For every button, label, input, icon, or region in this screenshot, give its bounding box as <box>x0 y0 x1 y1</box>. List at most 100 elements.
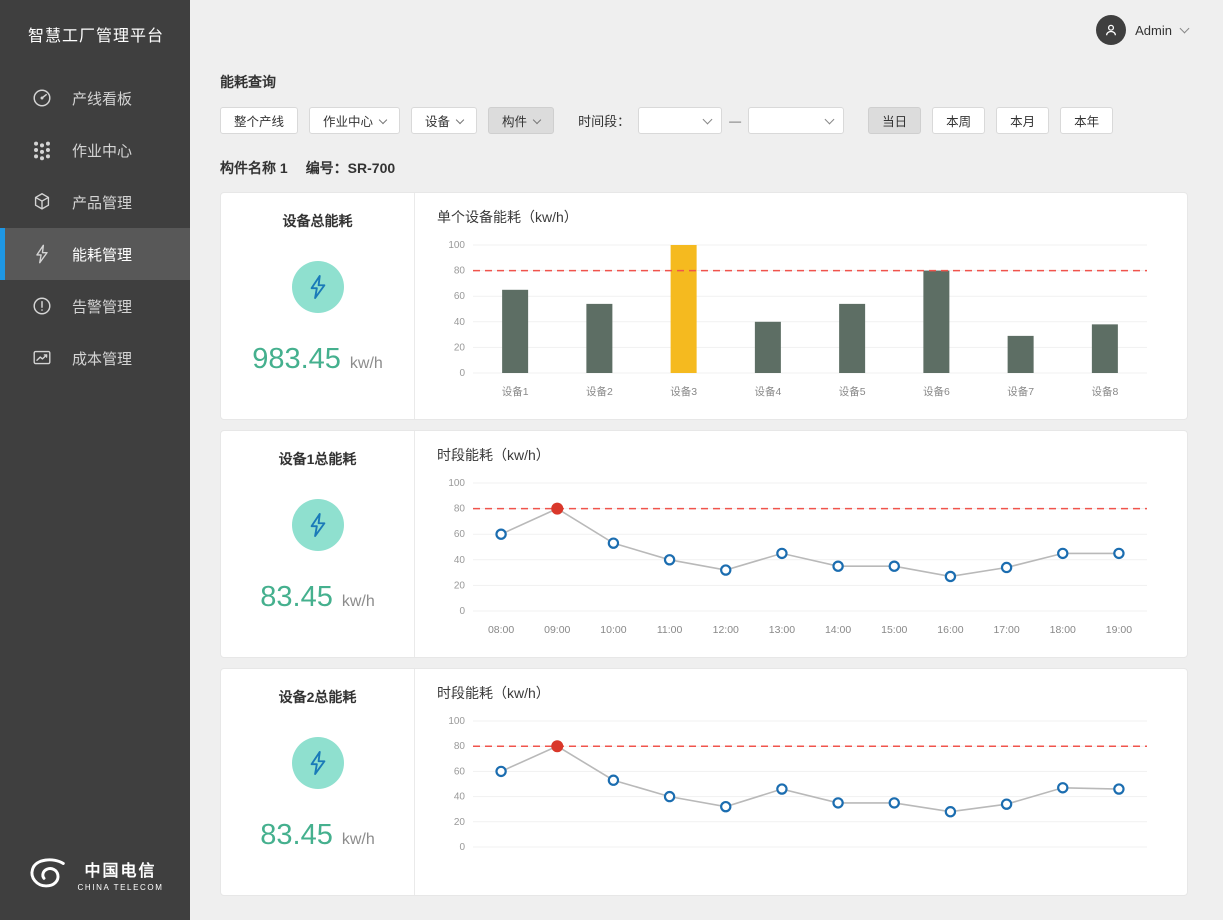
svg-text:09:00: 09:00 <box>544 624 570 636</box>
period-button-group: 当日 本周 本月 本年 <box>868 107 1113 134</box>
svg-text:40: 40 <box>454 317 466 328</box>
period-label: 当日 <box>882 111 907 130</box>
lightning-icon <box>304 511 332 539</box>
svg-text:40: 40 <box>454 792 466 803</box>
chevron-down-icon <box>456 115 464 123</box>
time-range-end-select[interactable] <box>748 107 844 134</box>
lightning-icon <box>30 242 54 266</box>
svg-text:60: 60 <box>454 529 466 540</box>
chevron-down-icon[interactable] <box>1180 24 1190 34</box>
avatar[interactable] <box>1096 15 1126 45</box>
device1-hourly-line-chart: 02040608010008:0009:0010:0011:0012:0013:… <box>437 473 1161 650</box>
chevron-down-icon <box>533 115 541 123</box>
svg-text:16:00: 16:00 <box>937 624 963 636</box>
chart-panel: 时段能耗（kw/h） 02040608010008:0009:0010:0011… <box>415 431 1187 657</box>
sidebar-item-alarm-management[interactable]: 告警管理 <box>0 280 190 332</box>
energy-icon-circle <box>292 261 344 313</box>
sidebar-item-cost-management[interactable]: 成本管理 <box>0 332 190 384</box>
app-title: 智慧工厂管理平台 <box>0 0 190 46</box>
period-year-button[interactable]: 本年 <box>1060 107 1113 134</box>
svg-text:13:00: 13:00 <box>769 624 795 636</box>
filter-operation-center-dropdown[interactable]: 作业中心 <box>309 107 400 134</box>
svg-text:设备4: 设备4 <box>754 385 781 398</box>
total-energy-card: 设备总能耗 983.45 kw/h 单个设备能耗（kw/h） 020406080… <box>220 192 1188 420</box>
device2-energy-card: 设备2总能耗 83.45 kw/h 时段能耗（kw/h） 02040608010… <box>220 668 1188 896</box>
sidebar-item-label: 作业中心 <box>72 140 132 161</box>
energy-icon-circle <box>292 737 344 789</box>
svg-text:10:00: 10:00 <box>600 624 626 636</box>
svg-text:19:00: 19:00 <box>1106 624 1132 636</box>
svg-text:14:00: 14:00 <box>825 624 851 636</box>
chart-title: 时段能耗（kw/h） <box>437 683 1161 703</box>
device2-hourly-line-chart: 020406080100 <box>437 711 1161 866</box>
filter-label: 设备 <box>425 111 450 130</box>
svg-text:20: 20 <box>454 817 466 828</box>
main-content: Admin 能耗查询 整个产线 作业中心 设备 构件 时间段： — 当日 <box>190 0 1223 920</box>
period-label: 本周 <box>946 111 971 130</box>
lightning-icon <box>304 273 332 301</box>
svg-text:40: 40 <box>454 555 466 566</box>
svg-text:100: 100 <box>448 478 465 489</box>
stat-unit: kw/h <box>342 593 375 611</box>
svg-text:20: 20 <box>454 580 466 591</box>
logo-text-en: CHINA TELECOM <box>78 883 164 892</box>
svg-text:设备6: 设备6 <box>923 385 950 398</box>
filter-device-dropdown[interactable]: 设备 <box>411 107 477 134</box>
svg-text:100: 100 <box>448 716 465 727</box>
period-label: 本年 <box>1074 111 1099 130</box>
stat-unit: kw/h <box>342 831 375 849</box>
period-month-button[interactable]: 本月 <box>996 107 1049 134</box>
page-title: 能耗查询 <box>220 72 1188 92</box>
svg-text:设备7: 设备7 <box>1007 385 1034 398</box>
stat-panel: 设备2总能耗 83.45 kw/h <box>221 669 415 895</box>
chart-panel: 单个设备能耗（kw/h） 020406080100设备1设备2设备3设备4设备5… <box>415 193 1187 419</box>
stat-value: 83.45 <box>260 819 333 852</box>
stat-value: 83.45 <box>260 581 333 614</box>
sidebar-item-product-management[interactable]: 产品管理 <box>0 176 190 228</box>
period-label: 本月 <box>1010 111 1035 130</box>
svg-text:设备3: 设备3 <box>670 385 697 398</box>
filter-row: 整个产线 作业中心 设备 构件 时间段： — 当日 本周 <box>220 107 1188 134</box>
sidebar-item-production-line-board[interactable]: 产线看板 <box>0 72 190 124</box>
user-icon <box>1102 21 1120 39</box>
stat-value: 983.45 <box>252 343 341 376</box>
period-today-button[interactable]: 当日 <box>868 107 921 134</box>
svg-text:设备5: 设备5 <box>839 385 866 398</box>
sidebar-nav: 产线看板 作业中心 产品管理 <box>0 72 190 384</box>
sidebar-item-label: 成本管理 <box>72 348 132 369</box>
svg-text:设备8: 设备8 <box>1091 385 1118 398</box>
svg-text:100: 100 <box>448 240 465 251</box>
filter-label: 构件 <box>502 111 527 130</box>
telecom-swirl-icon <box>27 856 69 892</box>
chevron-down-icon <box>703 114 713 124</box>
grid-dots-icon <box>30 138 54 162</box>
filter-component-dropdown[interactable]: 构件 <box>488 107 554 134</box>
component-code: 编号：SR-700 <box>306 158 395 178</box>
stat-panel: 设备1总能耗 83.45 kw/h <box>221 431 415 657</box>
svg-text:11:00: 11:00 <box>657 624 683 636</box>
chevron-down-icon <box>825 114 835 124</box>
filter-whole-line-button[interactable]: 整个产线 <box>220 107 298 134</box>
period-week-button[interactable]: 本周 <box>932 107 985 134</box>
svg-text:0: 0 <box>459 606 465 617</box>
svg-text:80: 80 <box>454 504 466 515</box>
filter-label: 作业中心 <box>323 111 373 130</box>
svg-text:设备1: 设备1 <box>502 385 529 398</box>
svg-text:12:00: 12:00 <box>713 624 739 636</box>
topbar: Admin <box>220 0 1188 60</box>
stat-unit: kw/h <box>350 355 383 373</box>
svg-text:0: 0 <box>459 368 465 379</box>
stat-title: 设备1总能耗 <box>279 449 357 469</box>
sidebar-item-label: 产品管理 <box>72 192 132 213</box>
sidebar-item-operation-center[interactable]: 作业中心 <box>0 124 190 176</box>
alert-icon <box>30 294 54 318</box>
range-separator: — <box>729 114 741 128</box>
stat-panel: 设备总能耗 983.45 kw/h <box>221 193 415 419</box>
user-name[interactable]: Admin <box>1135 23 1172 38</box>
sidebar-item-energy-management[interactable]: 能耗管理 <box>0 228 190 280</box>
stat-title: 设备2总能耗 <box>279 687 357 707</box>
time-range-start-select[interactable] <box>638 107 722 134</box>
svg-text:60: 60 <box>454 291 466 302</box>
svg-text:设备2: 设备2 <box>586 385 613 398</box>
svg-text:20: 20 <box>454 342 466 353</box>
